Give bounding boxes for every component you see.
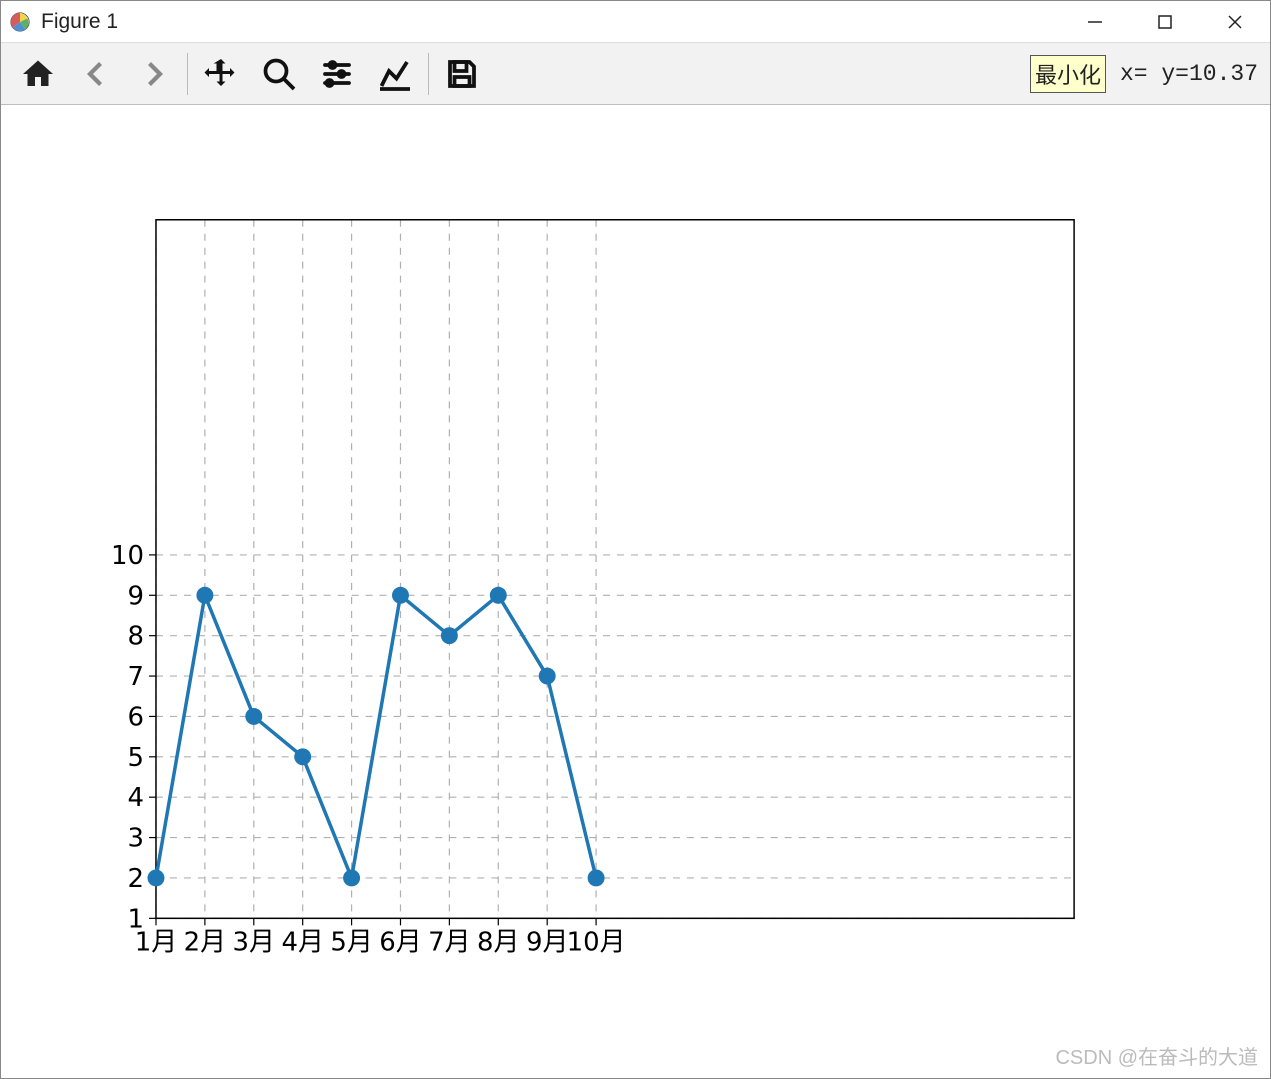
svg-text:8月: 8月 [477, 927, 519, 957]
svg-text:4月: 4月 [281, 927, 323, 957]
minimize-button[interactable] [1060, 1, 1130, 42]
svg-text:9月: 9月 [526, 927, 568, 957]
edit-axes-button[interactable] [366, 48, 424, 100]
tooltip-label: 最小化 [1030, 55, 1106, 93]
cursor-coordinates: x= y=10.37 [1120, 61, 1262, 87]
chart-svg: 123456789101月2月3月4月5月6月7月8月9月10月 [1, 105, 1270, 1078]
plot-area[interactable]: 123456789101月2月3月4月5月6月7月8月9月10月 CSDN @在… [1, 105, 1270, 1078]
back-button[interactable] [67, 48, 125, 100]
svg-text:3月: 3月 [233, 927, 275, 957]
svg-text:2月: 2月 [184, 927, 226, 957]
app-icon [9, 11, 31, 33]
watermark: CSDN @在奋斗的大道 [1055, 1041, 1258, 1070]
svg-text:10: 10 [111, 541, 144, 571]
forward-button[interactable] [125, 48, 183, 100]
svg-text:5月: 5月 [330, 927, 372, 957]
home-button[interactable] [9, 48, 67, 100]
svg-text:7: 7 [127, 662, 144, 692]
save-button[interactable] [433, 48, 491, 100]
toolbar: 最小化 x= y=10.37 [1, 43, 1270, 105]
svg-text:1月: 1月 [135, 927, 177, 957]
svg-text:3: 3 [127, 824, 144, 854]
close-button[interactable] [1200, 1, 1270, 42]
zoom-button[interactable] [250, 48, 308, 100]
svg-text:7月: 7月 [428, 927, 470, 957]
configure-button[interactable] [308, 48, 366, 100]
maximize-button[interactable] [1130, 1, 1200, 42]
svg-text:6: 6 [127, 702, 144, 732]
pan-button[interactable] [192, 48, 250, 100]
toolbar-separator [187, 53, 188, 95]
svg-text:10月: 10月 [567, 927, 626, 957]
window-title: Figure 1 [41, 10, 118, 34]
svg-text:9: 9 [127, 581, 144, 611]
toolbar-separator [428, 53, 429, 95]
svg-text:4: 4 [127, 783, 144, 813]
window-controls [1060, 1, 1270, 42]
svg-text:6月: 6月 [379, 927, 421, 957]
figure-window: Figure 1 [0, 0, 1271, 1079]
svg-text:2: 2 [127, 864, 144, 894]
svg-text:5: 5 [127, 743, 144, 773]
svg-text:8: 8 [127, 622, 144, 652]
titlebar: Figure 1 [1, 1, 1270, 43]
